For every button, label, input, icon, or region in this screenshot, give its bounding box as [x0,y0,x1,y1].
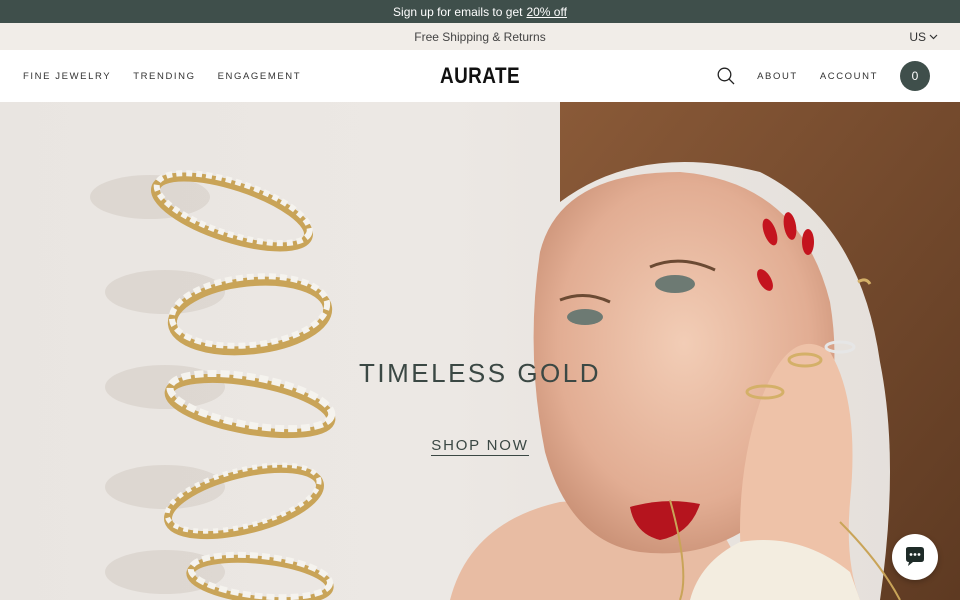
hero-image [90,102,960,600]
model-portrait [450,102,960,600]
ring-1 [150,170,314,252]
promo-discount-link[interactable]: 20% off [526,5,566,19]
region-label: US [909,29,926,44]
search-icon[interactable] [717,67,735,85]
brand-logo[interactable]: AURATE [440,63,520,89]
shipping-banner: Free Shipping & Returns US [0,23,960,50]
nav-trending[interactable]: TRENDING [133,71,195,82]
nav-about[interactable]: ABOUT [757,71,798,82]
nav-engagement[interactable]: ENGAGEMENT [218,71,302,82]
chat-icon [906,547,924,566]
shop-now-link[interactable]: SHOP NOW [431,437,529,456]
cart-count: 0 [911,69,919,83]
cart-button[interactable]: 0 [900,61,930,91]
nav-account[interactable]: ACCOUNT [820,71,878,82]
region-selector[interactable]: US [909,23,938,50]
hero-banner[interactable]: TIMELESS GOLD SHOP NOW [0,102,960,600]
promo-banner: Sign up for emails to get 20% off [0,0,960,23]
shipping-text: Free Shipping & Returns [414,29,546,44]
hero-title: TIMELESS GOLD [359,358,601,388]
promo-text: Sign up for emails to get [393,4,523,19]
nav-fine-jewelry[interactable]: FINE JEWELRY [23,71,111,82]
main-navigation: FINE JEWELRY TRENDING ENGAGEMENT AURATE … [0,50,960,102]
chevron-down-icon [929,34,938,39]
chat-button[interactable] [892,534,938,580]
